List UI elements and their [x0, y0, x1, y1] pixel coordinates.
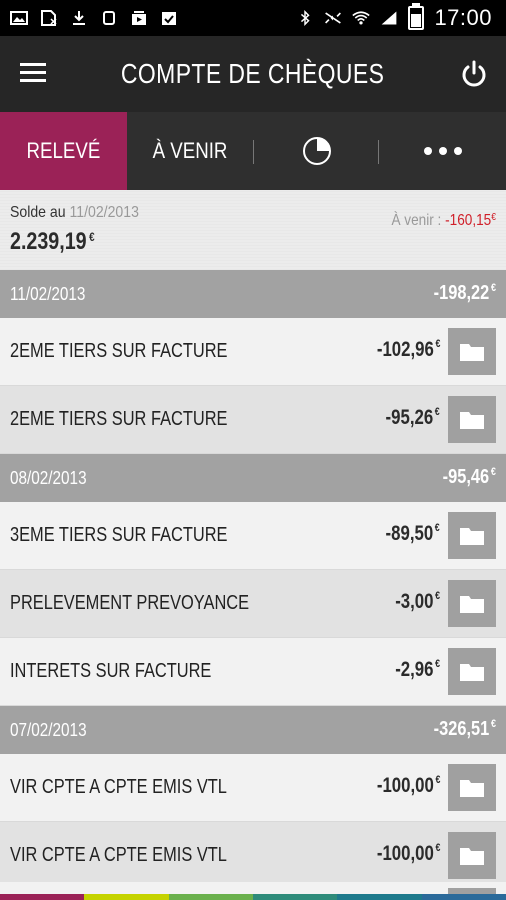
day-total: -326,51 €: [433, 718, 496, 740]
folder-icon: [460, 663, 484, 681]
folder-button[interactable]: [448, 648, 496, 695]
day-total: -95,46 €: [442, 466, 496, 488]
transaction-amount: -3,00 €: [395, 590, 440, 613]
balance-label: Solde au 11/02/2013: [10, 204, 139, 221]
folder-button[interactable]: [448, 512, 496, 559]
transaction-label: VIR CPTE A CPTE EMIS VTL: [10, 844, 227, 866]
folder-button[interactable]: [448, 764, 496, 811]
bluetooth-icon: [301, 10, 311, 26]
folder-icon: [460, 411, 484, 429]
tab-a-venir[interactable]: À VENIR: [127, 112, 254, 190]
day-header: 08/02/2013 -95,46 €: [0, 454, 506, 502]
transaction-row[interactable]: 2EME TIERS SUR FACTURE -102,96 €: [0, 318, 506, 386]
battery-icon: [408, 3, 425, 30]
folder-button[interactable]: [448, 832, 496, 879]
tab-label: À VENIR: [153, 138, 228, 163]
clock: 17:00: [434, 5, 492, 30]
bottom-color-strip: [0, 894, 506, 900]
sim-icon: [41, 10, 57, 26]
day-header: 11/02/2013 -198,22 €: [0, 270, 506, 326]
day-date: 08/02/2013: [10, 468, 87, 488]
more-dots-icon: [423, 147, 462, 155]
tab-more[interactable]: [379, 112, 506, 190]
hamburger-icon[interactable]: [20, 63, 46, 83]
tab-releve[interactable]: RELEVÉ: [0, 112, 127, 200]
folder-icon: [460, 847, 484, 865]
transaction-row[interactable]: PRELEVEMENT PREVOYANCE -3,00 €: [0, 570, 506, 638]
folder-icon: [460, 343, 484, 361]
day-date: 11/02/2013: [10, 284, 86, 304]
transaction-label: 3EME TIERS SUR FACTURE: [10, 524, 228, 546]
transaction-amount: -100,00 €: [376, 842, 440, 865]
day-header: 07/02/2013 -326,51 €: [0, 706, 506, 762]
transaction-label: VIR CPTE A CPTE EMIS VTL: [10, 776, 227, 798]
folder-icon: [460, 527, 484, 545]
transaction-amount: -102,96 €: [376, 338, 440, 361]
app-bar: COMPTE DE CHÈQUES: [0, 36, 506, 112]
balance-amount: 2.239,19 €: [10, 228, 95, 255]
list-item-partial[interactable]: [0, 882, 506, 894]
folder-icon: [460, 779, 484, 797]
video-icon: [132, 11, 146, 25]
transaction-amount: -89,50 €: [385, 522, 440, 545]
transaction-amount: -2,96 €: [395, 658, 440, 681]
pie-chart-icon: [302, 137, 331, 165]
transaction-row[interactable]: 2EME TIERS SUR FACTURE -95,26 €: [0, 386, 506, 454]
watch-icon: [103, 11, 115, 25]
transaction-row[interactable]: VIR CPTE A CPTE EMIS VTL -100,00 €: [0, 754, 506, 822]
tab-chart[interactable]: [254, 112, 379, 190]
transaction-label: 2EME TIERS SUR FACTURE: [10, 340, 228, 362]
power-icon[interactable]: [460, 60, 488, 88]
download-icon: [73, 11, 85, 25]
day-total: -198,22 €: [433, 282, 496, 304]
folder-button[interactable]: [448, 396, 496, 443]
clipboard-icon: [162, 12, 176, 25]
signal-icon: [382, 11, 397, 25]
transaction-row[interactable]: 3EME TIERS SUR FACTURE -89,50 €: [0, 502, 506, 570]
folder-button[interactable]: [448, 580, 496, 627]
transaction-amount: -95,26 €: [385, 406, 440, 429]
mute-icon: [325, 12, 342, 24]
day-date: 07/02/2013: [10, 720, 87, 740]
tab-bar: RELEVÉ À VENIR: [0, 112, 506, 200]
upcoming-amount: À venir : -160,15€: [391, 212, 496, 229]
folder-icon: [460, 595, 484, 613]
transaction-label: INTERETS SUR FACTURE: [10, 660, 212, 682]
balance-date: 11/02/2013: [69, 204, 139, 221]
page-title: COMPTE DE CHÈQUES: [121, 58, 385, 89]
transaction-list: 11/02/2013 -198,22 € 2EME TIERS SUR FACTU…: [0, 270, 506, 890]
folder-button[interactable]: [448, 328, 496, 375]
transaction-label: 2EME TIERS SUR FACTURE: [10, 408, 228, 430]
wifi-icon: [352, 11, 371, 25]
transaction-row[interactable]: VIR CPTE A CPTE EMIS VTL -100,00 €: [0, 822, 506, 890]
status-bar: 17:00: [0, 0, 506, 36]
transaction-amount: -100,00 €: [376, 774, 440, 797]
transaction-label: PRELEVEMENT PREVOYANCE: [10, 592, 250, 614]
transaction-row[interactable]: INTERETS SUR FACTURE -2,96 €: [0, 638, 506, 706]
balance-panel: Solde au 11/02/2013 2.239,19 € À venir : …: [0, 190, 506, 270]
gallery-icon: [10, 11, 28, 25]
tab-label: RELEVÉ: [26, 138, 101, 163]
